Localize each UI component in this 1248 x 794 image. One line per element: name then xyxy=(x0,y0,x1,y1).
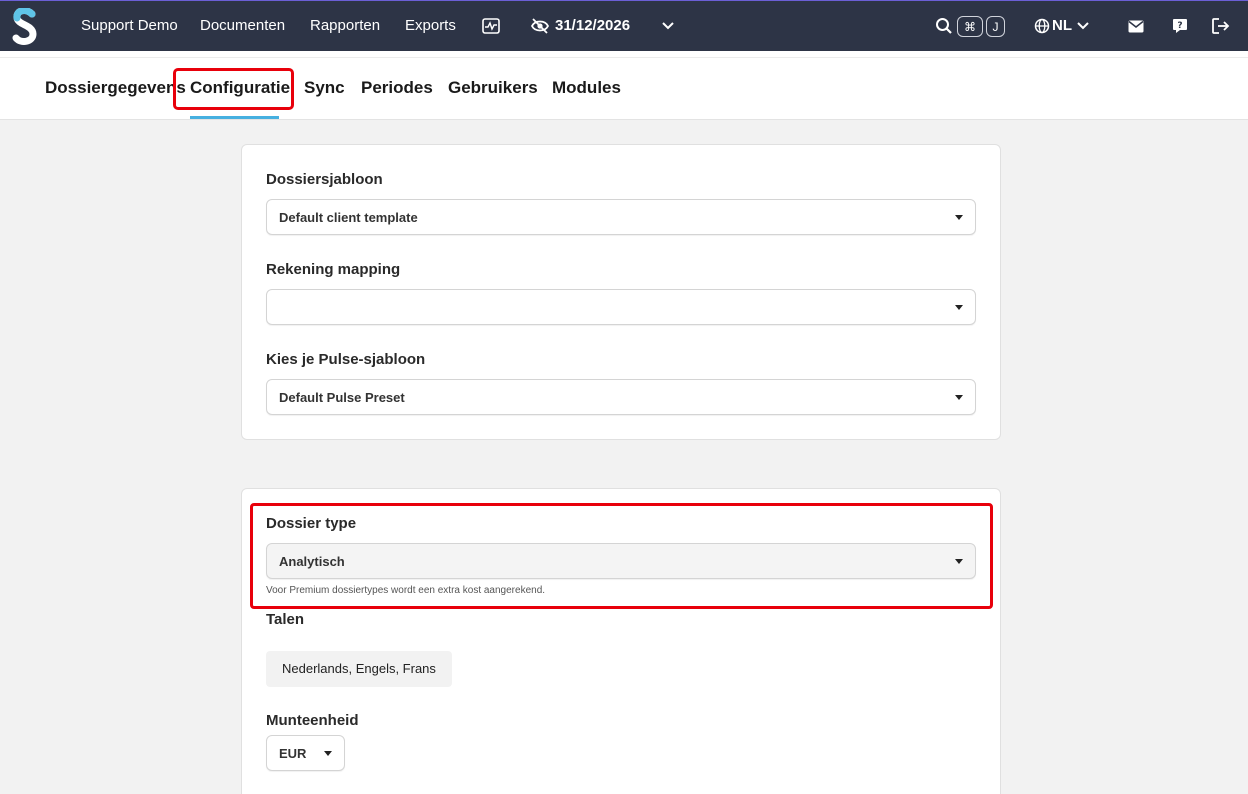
tab-modules[interactable]: Modules xyxy=(552,58,621,120)
header-spacer xyxy=(0,51,1248,58)
nav-documenten[interactable]: Documenten xyxy=(200,1,285,51)
tab-periodes[interactable]: Periodes xyxy=(361,58,433,120)
languages-value: Nederlands, Engels, Frans xyxy=(266,651,452,687)
caret-down-icon xyxy=(324,751,332,756)
svg-text:?: ? xyxy=(1177,21,1182,31)
dossier-template-value: Default client template xyxy=(279,210,418,225)
currency-select[interactable]: EUR xyxy=(266,735,345,771)
search-icon[interactable] xyxy=(932,14,956,38)
eye-off-icon[interactable] xyxy=(528,14,552,38)
tab-sync[interactable]: Sync xyxy=(304,58,345,120)
currency-value: EUR xyxy=(279,746,307,761)
pulse-template-label: Kies je Pulse-sjabloon xyxy=(266,351,426,368)
templates-card: Dossiersjabloon Default client template … xyxy=(241,144,1001,440)
tab-dossiergegevens[interactable]: Dossiergegevens xyxy=(45,58,186,120)
account-mapping-select[interactable] xyxy=(266,289,976,325)
dossier-template-select[interactable]: Default client template xyxy=(266,199,976,235)
active-tab-indicator xyxy=(190,116,279,119)
dossier-type-highlight-box xyxy=(250,503,993,609)
top-navigation-bar: Support Demo Documenten Rapporten Export… xyxy=(0,0,1248,51)
chevron-down-icon[interactable] xyxy=(656,14,680,38)
mail-icon[interactable] xyxy=(1124,14,1148,38)
nav-support-demo[interactable]: Support Demo xyxy=(81,1,178,51)
logout-icon[interactable] xyxy=(1209,14,1233,38)
active-tab-highlight-box xyxy=(173,68,294,110)
nav-rapporten[interactable]: Rapporten xyxy=(310,1,380,51)
currency-label: Munteenheid xyxy=(266,712,359,729)
language-selector[interactable]: NL xyxy=(1052,1,1072,51)
caret-down-icon xyxy=(955,305,963,310)
language-chevron-icon[interactable] xyxy=(1071,14,1095,38)
account-mapping-label: Rekening mapping xyxy=(266,261,401,278)
globe-icon[interactable] xyxy=(1030,14,1054,38)
caret-down-icon xyxy=(955,215,963,220)
tab-gebruikers[interactable]: Gebruikers xyxy=(448,58,538,120)
app-logo[interactable] xyxy=(12,8,38,46)
pulse-template-select[interactable]: Default Pulse Preset xyxy=(266,379,976,415)
dossier-template-label: Dossiersjabloon xyxy=(266,171,383,188)
help-icon[interactable]: ? xyxy=(1168,14,1192,38)
period-date[interactable]: 31/12/2026 xyxy=(555,1,630,51)
shortcut-key-j: J xyxy=(986,16,1005,37)
caret-down-icon xyxy=(955,395,963,400)
nav-exports[interactable]: Exports xyxy=(405,1,456,51)
pulse-template-value: Default Pulse Preset xyxy=(279,390,405,405)
activity-icon[interactable] xyxy=(479,14,503,38)
shortcut-key-cmd: ⌘ xyxy=(957,16,983,37)
languages-label: Talen xyxy=(266,611,305,628)
